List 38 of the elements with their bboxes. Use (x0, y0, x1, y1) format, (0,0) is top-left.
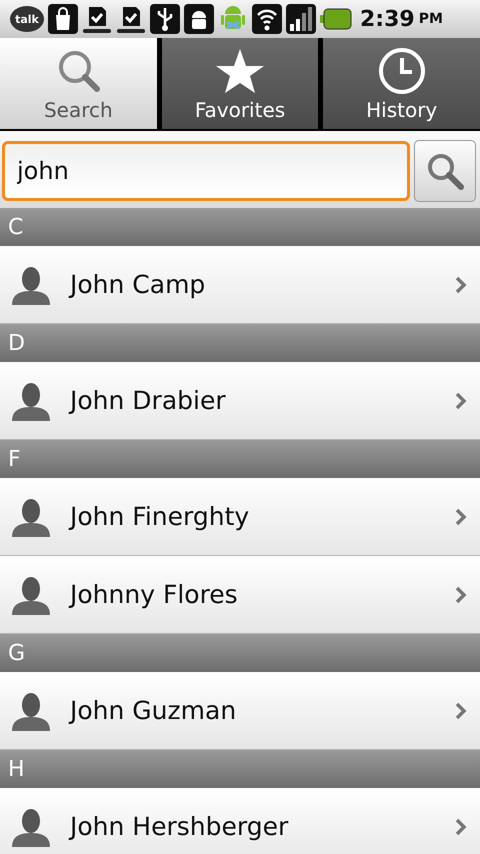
contact-row[interactable]: John Drabier (0, 362, 480, 440)
contact-row[interactable]: Johnny Flores (0, 556, 480, 634)
tab[interactable]: Favorites (162, 38, 318, 129)
person-icon (10, 264, 52, 304)
status-meridiem: PM (418, 10, 443, 28)
contact-row[interactable]: John Hershberger (0, 788, 480, 854)
contact-row[interactable]: John Finerghty (0, 478, 480, 556)
talk-icon: talk (10, 6, 44, 32)
person-icon (10, 806, 52, 846)
person-icon (10, 496, 52, 536)
chevron-icon (454, 700, 468, 720)
chevron-icon (454, 390, 468, 410)
contact-row[interactable]: John Guzman (0, 672, 480, 750)
search-button[interactable] (414, 140, 476, 202)
section-header: H (0, 750, 480, 788)
chevron-icon (454, 506, 468, 526)
status-time: 2:39 (360, 6, 415, 34)
usb-icon (150, 4, 180, 34)
star-icon (215, 47, 265, 95)
tab[interactable]: History (323, 38, 480, 129)
person-icon (10, 380, 52, 420)
wifi-icon (252, 4, 282, 34)
chevron-icon (454, 274, 468, 294)
chevron-icon (454, 584, 468, 604)
section-header: C (0, 208, 480, 246)
contact-row[interactable]: John Camp (0, 246, 480, 324)
section-header: D (0, 324, 480, 362)
download-done-icon (116, 4, 146, 34)
tab[interactable]: Search (0, 38, 157, 129)
shopping-bag-icon (48, 4, 78, 34)
download-done-icon (82, 4, 112, 34)
person-icon (10, 574, 52, 614)
section-header: G (0, 634, 480, 672)
chevron-icon (454, 816, 468, 836)
signal-icon (286, 4, 316, 34)
clock-icon (376, 47, 427, 95)
section-header: F (0, 440, 480, 478)
person-icon (10, 690, 52, 730)
